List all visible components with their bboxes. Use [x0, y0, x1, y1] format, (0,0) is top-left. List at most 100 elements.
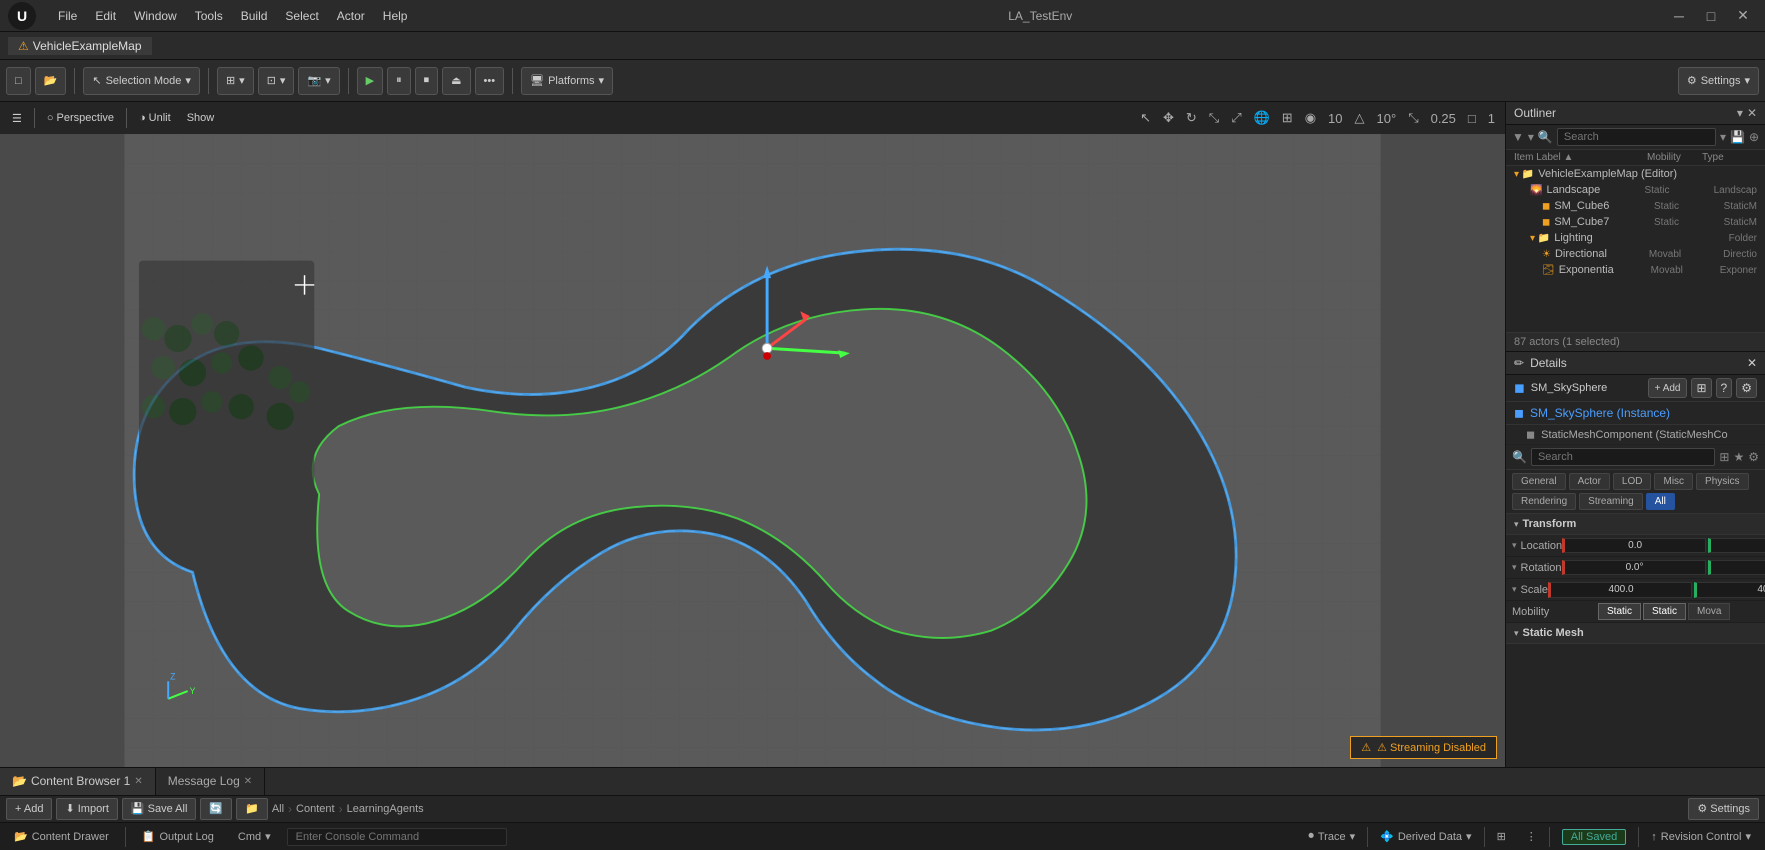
folder-button[interactable]: 📁	[236, 798, 268, 820]
message-log-close-button[interactable]: ✕	[244, 776, 252, 787]
maximize-button[interactable]: □	[1697, 6, 1725, 26]
content-browser-tab[interactable]: 📂 Content Browser 1 ✕	[0, 768, 156, 795]
location-y-input[interactable]	[1708, 538, 1765, 553]
viewport-menu-button[interactable]: ☰	[6, 110, 28, 127]
details-close-button[interactable]: ✕	[1747, 356, 1757, 370]
location-label[interactable]: ▾ Location	[1512, 540, 1562, 552]
menu-window[interactable]: Window	[126, 7, 185, 25]
details-options-button[interactable]: ⚙	[1736, 378, 1757, 398]
perspective-button[interactable]: ○ Perspective	[41, 110, 120, 126]
actor-instance-row[interactable]: ◼ SM_SkySphere (Instance)	[1506, 402, 1765, 425]
globe-icon[interactable]: 🌐	[1250, 108, 1274, 128]
close-button[interactable]: ✕	[1729, 6, 1757, 26]
rotation-x-input[interactable]	[1562, 560, 1706, 575]
viewport[interactable]: ☰ ○ Perspective ◑ Unlit Show ↖ ✥ ↻ ⤡ ⤢ 🌐	[0, 102, 1505, 767]
tab-streaming[interactable]: Streaming	[1579, 493, 1643, 510]
show-button[interactable]: Show	[181, 110, 221, 126]
details-grid-icon[interactable]: ⊞	[1719, 450, 1729, 464]
unlit-button[interactable]: ◑ Unlit	[133, 110, 177, 126]
select-icon[interactable]: ↖	[1136, 108, 1155, 128]
menu-file[interactable]: File	[50, 7, 85, 25]
tab-rendering[interactable]: Rendering	[1512, 493, 1576, 510]
tab-lod[interactable]: LOD	[1613, 473, 1652, 490]
camera-icon2[interactable]: □	[1464, 109, 1480, 128]
details-grid-button[interactable]: ⊞	[1691, 378, 1711, 398]
maximize-icon[interactable]: ⤢	[1227, 108, 1245, 128]
trace-button[interactable]: ⏺ Trace ▾	[1300, 828, 1363, 845]
settings-button[interactable]: ⚙ Settings ▾	[1678, 67, 1759, 95]
angle-icon[interactable]: △	[1351, 108, 1369, 128]
tree-item-landscape[interactable]: 🌄 Landscape Static Landscap	[1506, 182, 1765, 198]
details-star-icon[interactable]: ★	[1733, 450, 1744, 464]
outliner-search-input[interactable]	[1557, 128, 1716, 146]
outliner-search-arrow[interactable]: ▾	[1720, 130, 1726, 144]
more-actions-button[interactable]: ⋮	[1518, 828, 1545, 845]
map-tab[interactable]: ⚠ VehicleExampleMap	[8, 37, 152, 55]
location-x-input[interactable]	[1562, 538, 1706, 553]
vp-icon-a[interactable]: ◉	[1301, 108, 1320, 128]
network-button[interactable]: ⊞	[1489, 828, 1514, 845]
platforms-button[interactable]: 🖥 Platforms ▾	[521, 67, 613, 95]
menu-actor[interactable]: Actor	[329, 7, 373, 25]
menu-help[interactable]: Help	[375, 7, 416, 25]
scale-label[interactable]: ▾ Scale	[1512, 584, 1548, 596]
grid-icon[interactable]: ⊞	[1278, 108, 1297, 128]
outliner-close-button[interactable]: ✕	[1747, 106, 1757, 120]
cb-settings-button[interactable]: ⚙ Settings	[1688, 798, 1759, 820]
menu-select[interactable]: Select	[277, 7, 326, 25]
filter-arrow-icon[interactable]: ▾	[1528, 130, 1534, 144]
details-gear-icon[interactable]: ⚙	[1748, 450, 1759, 464]
menu-tools[interactable]: Tools	[187, 7, 231, 25]
tree-item-smcube6[interactable]: ◼ SM_Cube6 Static StaticM	[1506, 198, 1765, 214]
scale-y-input[interactable]	[1694, 582, 1765, 598]
details-search-input[interactable]	[1531, 448, 1715, 466]
revision-control-button[interactable]: ↑ Revision Control ▾	[1643, 828, 1759, 845]
move-icon[interactable]: ✥	[1159, 108, 1178, 128]
message-log-tab[interactable]: Message Log ✕	[156, 768, 265, 795]
derived-data-button[interactable]: 💠 Derived Data ▾	[1372, 828, 1479, 845]
new-button[interactable]: □	[6, 67, 31, 95]
all-saved-button[interactable]: All Saved	[1554, 827, 1634, 847]
content-browser-close-button[interactable]: ✕	[134, 776, 142, 787]
breadcrumb-all[interactable]: All	[272, 803, 284, 815]
tree-item-lighting[interactable]: ▾ 📁 Lighting Folder	[1506, 230, 1765, 246]
scale-icon2[interactable]: ⤡	[1404, 108, 1422, 128]
tree-item-vehiclemap[interactable]: ▾ 📁 VehicleExampleMap (Editor)	[1506, 166, 1765, 182]
pause-button[interactable]: ⏸	[387, 67, 411, 95]
refresh-button[interactable]: 🔄	[200, 798, 232, 820]
rotate-icon[interactable]: ↻	[1182, 108, 1201, 128]
transform-section-header[interactable]: ▾ Transform	[1506, 514, 1765, 535]
menu-build[interactable]: Build	[233, 7, 276, 25]
play-button[interactable]: ▶	[357, 67, 383, 95]
outliner-save-icon[interactable]: 💾	[1730, 130, 1745, 144]
outliner-add-icon[interactable]: ⊕	[1749, 130, 1759, 144]
transform-button[interactable]: ⊞ ▾	[217, 67, 254, 95]
selection-mode-button[interactable]: ↖ Selection Mode ▾	[83, 67, 200, 95]
mob-static-button[interactable]: Static	[1598, 603, 1641, 620]
cmd-dropdown-button[interactable]: Cmd ▾	[230, 828, 279, 845]
tree-item-directional[interactable]: ☀ Directional Movabl Directio	[1506, 246, 1765, 262]
stop-button[interactable]: ⏹	[415, 67, 439, 95]
camera-button[interactable]: 📷 ▾	[298, 67, 339, 95]
scale-icon[interactable]: ⤡	[1205, 108, 1223, 128]
console-command-input[interactable]	[287, 828, 507, 846]
tab-general[interactable]: General	[1512, 473, 1566, 490]
add-component-button[interactable]: + Add	[1648, 378, 1688, 398]
tab-all[interactable]: All	[1646, 493, 1675, 510]
more-button[interactable]: •••	[475, 67, 505, 95]
breadcrumb-content[interactable]: Content	[296, 803, 335, 815]
breadcrumb-learningagents[interactable]: LearningAgents	[347, 803, 424, 815]
add-button[interactable]: + Add	[6, 798, 52, 820]
eject-button[interactable]: ⏏	[442, 67, 470, 95]
tree-item-smcube7[interactable]: ◼ SM_Cube7 Static StaticM	[1506, 214, 1765, 230]
minimize-button[interactable]: ─	[1665, 6, 1693, 26]
tab-actor[interactable]: Actor	[1569, 473, 1610, 490]
scale-x-input[interactable]	[1548, 582, 1692, 598]
mob-movable-button[interactable]: Mova	[1688, 603, 1730, 620]
outliner-options-icon[interactable]: ▾	[1737, 106, 1743, 120]
snap-button[interactable]: ⊡ ▾	[258, 67, 295, 95]
tab-physics[interactable]: Physics	[1696, 473, 1748, 490]
static-mesh-section-header[interactable]: ▾ Static Mesh	[1506, 623, 1765, 644]
mob-stationary-button[interactable]: Static	[1643, 603, 1686, 620]
save-all-button[interactable]: 💾 Save All	[122, 798, 197, 820]
